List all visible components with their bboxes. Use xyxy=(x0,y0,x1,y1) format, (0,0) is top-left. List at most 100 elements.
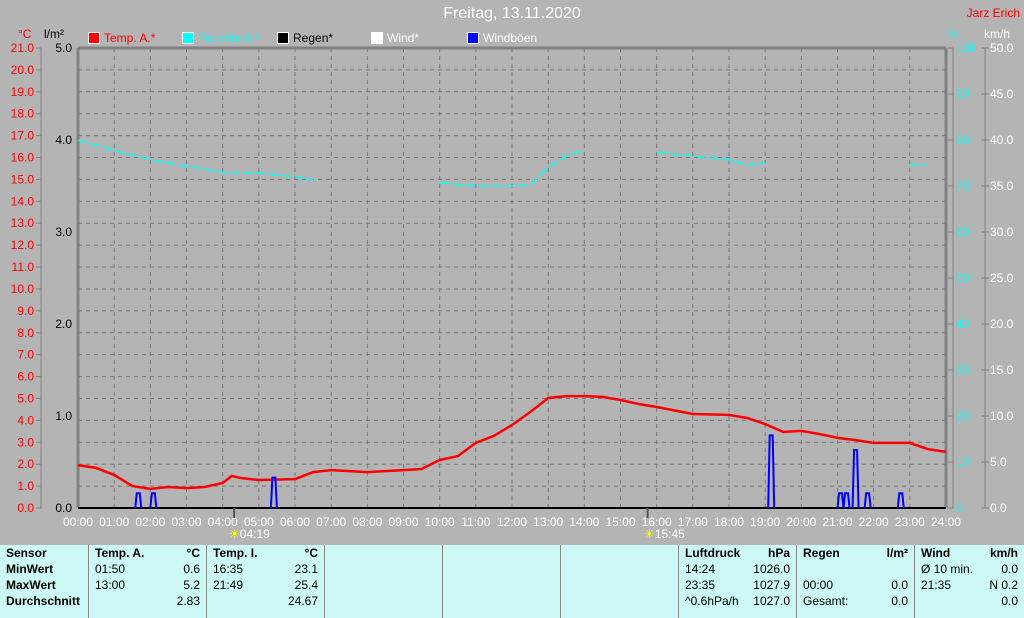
weather-chart: 0.0 1.0 2.0 3.0 4.0 5.0 6.0 7.0 8.0 9.0 10.0 11.0 12… xyxy=(11,41,1014,529)
wind-tick-label: 5.0 xyxy=(990,455,1007,469)
col-unit: l/m² xyxy=(886,546,908,560)
cell-value: N 0.2 xyxy=(989,578,1018,592)
x-tick-label: 10:00 xyxy=(425,515,455,529)
sunset-icon: ☀ xyxy=(644,527,655,541)
humidity-tick-label: 80 xyxy=(956,133,970,147)
temp-tick-label: 17.0 xyxy=(11,129,35,143)
cell-time: ^0.6hPa/h xyxy=(685,594,739,608)
cell-value: 1026.0 xyxy=(753,562,790,576)
col-header: Luftdruck xyxy=(685,546,741,560)
wind-tick-label: 50.0 xyxy=(990,41,1014,55)
humidity-unit: % xyxy=(948,27,959,41)
x-tick-label: 23:00 xyxy=(895,515,925,529)
pressure-column: Luftdruck hPa 14:24 1026.0 23:35 1027.9 ^0.… xyxy=(678,545,797,618)
legend-label: Windböen xyxy=(483,31,538,45)
x-tick-label: 13:00 xyxy=(533,515,563,529)
wind-tick-label: 45.0 xyxy=(990,87,1014,101)
x-tick-label: 01:00 xyxy=(99,515,129,529)
gust-spike xyxy=(851,449,860,509)
col-unit: °C xyxy=(304,546,318,560)
temp-tick-label: 20.0 xyxy=(11,63,35,77)
x-tick-label: 12:00 xyxy=(497,515,527,529)
wind-tick-label: 15.0 xyxy=(990,363,1014,377)
sunrise-marker: ☀04:19 xyxy=(229,527,270,541)
legend-label: Feuchte A.* xyxy=(198,31,261,45)
temp-tick-label: 8.0 xyxy=(17,326,34,340)
empty-column xyxy=(324,545,443,618)
legend-swatch xyxy=(88,32,100,44)
temp-tick-label: 16.0 xyxy=(11,151,35,165)
temp-tick-label: 10.0 xyxy=(11,282,35,296)
rain-tick-label: 3.0 xyxy=(55,225,72,239)
empty-column xyxy=(442,545,561,618)
temp-unit: °C xyxy=(18,27,32,41)
legend-label: Wind* xyxy=(387,31,420,45)
cell-time: Ø 10 min. xyxy=(921,562,974,576)
cell-time: 23:35 xyxy=(685,578,716,592)
sensor-header: Sensor xyxy=(6,546,47,560)
col-unit: km/h xyxy=(989,546,1018,560)
cell-value: 23.1 xyxy=(294,562,318,576)
temp-a-column: Temp. A. °C 01:50 0.6 13:00 5.2 2.83 xyxy=(88,545,207,618)
temp-tick-label: 15.0 xyxy=(11,172,35,186)
col-unit: hPa xyxy=(767,546,790,560)
rain-tick-label: 5.0 xyxy=(55,41,72,55)
rain-unit: l/m² xyxy=(44,27,64,41)
humidity-tick-label: 70 xyxy=(956,179,970,193)
temp-tick-label: 3.0 xyxy=(17,435,34,449)
x-tick-label: 22:00 xyxy=(859,515,889,529)
cell-value: 24.67 xyxy=(287,594,318,608)
wind-tick-label: 25.0 xyxy=(990,271,1014,285)
rain-tick-label: 1.0 xyxy=(55,409,72,423)
x-tick-label: 21:00 xyxy=(822,515,852,529)
temp-tick-label: 5.0 xyxy=(17,391,34,405)
gust-spike xyxy=(767,434,776,509)
legend-swatch xyxy=(277,32,289,44)
x-tick-label: 03:00 xyxy=(171,515,201,529)
cell-value: 0.6 xyxy=(183,562,200,576)
sunset-time: 15:45 xyxy=(654,527,685,541)
legend-gusts: Windböen xyxy=(467,31,537,45)
x-tick-label: 09:00 xyxy=(388,515,418,529)
cell-value: 1027.9 xyxy=(753,578,790,592)
cell-value: 0.0 xyxy=(1001,594,1018,608)
temp-tick-label: 1.0 xyxy=(17,479,34,493)
x-tick-label: 18:00 xyxy=(714,515,744,529)
legend-label: Regen* xyxy=(293,31,334,45)
cell-time: 13:00 xyxy=(95,578,126,592)
legend-label: Temp. A.* xyxy=(104,31,156,45)
legend-rain: Regen* xyxy=(277,31,333,45)
legend-swatch xyxy=(467,32,479,44)
cell-time: 14:24 xyxy=(685,562,716,576)
temp-tick-label: 2.0 xyxy=(17,457,34,471)
temp-tick-label: 11.0 xyxy=(12,260,35,274)
cell-value: 25.4 xyxy=(294,578,318,592)
gust-spike xyxy=(149,492,158,509)
col-unit: °C xyxy=(186,546,200,560)
cell-time: Gesamt: xyxy=(803,594,849,608)
gust-spike xyxy=(134,492,143,509)
chart-title: Freitag, 13.11.2020 xyxy=(443,5,581,22)
wind-tick-label: 0.0 xyxy=(990,501,1007,515)
rain-tick-label: 0.0 xyxy=(55,501,72,515)
x-tick-label: 00:00 xyxy=(63,515,93,529)
col-header: Temp. I. xyxy=(213,546,258,560)
cell-time: 21:49 xyxy=(213,578,244,592)
cell-time: 00:00 xyxy=(803,578,834,592)
temp-tick-label: 9.0 xyxy=(17,304,34,318)
wind-tick-label: 40.0 xyxy=(990,133,1014,147)
legend-wind: Wind* xyxy=(371,31,419,45)
sunset-marker: ☀15:45 xyxy=(644,527,685,541)
wind-column: Wind km/h Ø 10 min. 0.0 21:35 N 0.2 0.0 xyxy=(914,545,1024,618)
temp-tick-label: 13.0 xyxy=(11,216,35,230)
owner-name: Jarz Erich xyxy=(966,6,1020,20)
rain-tick-label: 4.0 xyxy=(55,133,72,147)
wind-tick-label: 20.0 xyxy=(990,317,1014,331)
temp-tick-label: 7.0 xyxy=(17,348,34,362)
wind-tick-label: 10.0 xyxy=(990,409,1014,423)
humidity-tick-label: 0 xyxy=(956,501,963,515)
x-tick-label: 19:00 xyxy=(750,515,780,529)
humidity-tick-label: 10 xyxy=(956,455,970,469)
humidity-tick-label: 90 xyxy=(956,87,970,101)
legend-temp: Temp. A.* xyxy=(88,31,155,45)
